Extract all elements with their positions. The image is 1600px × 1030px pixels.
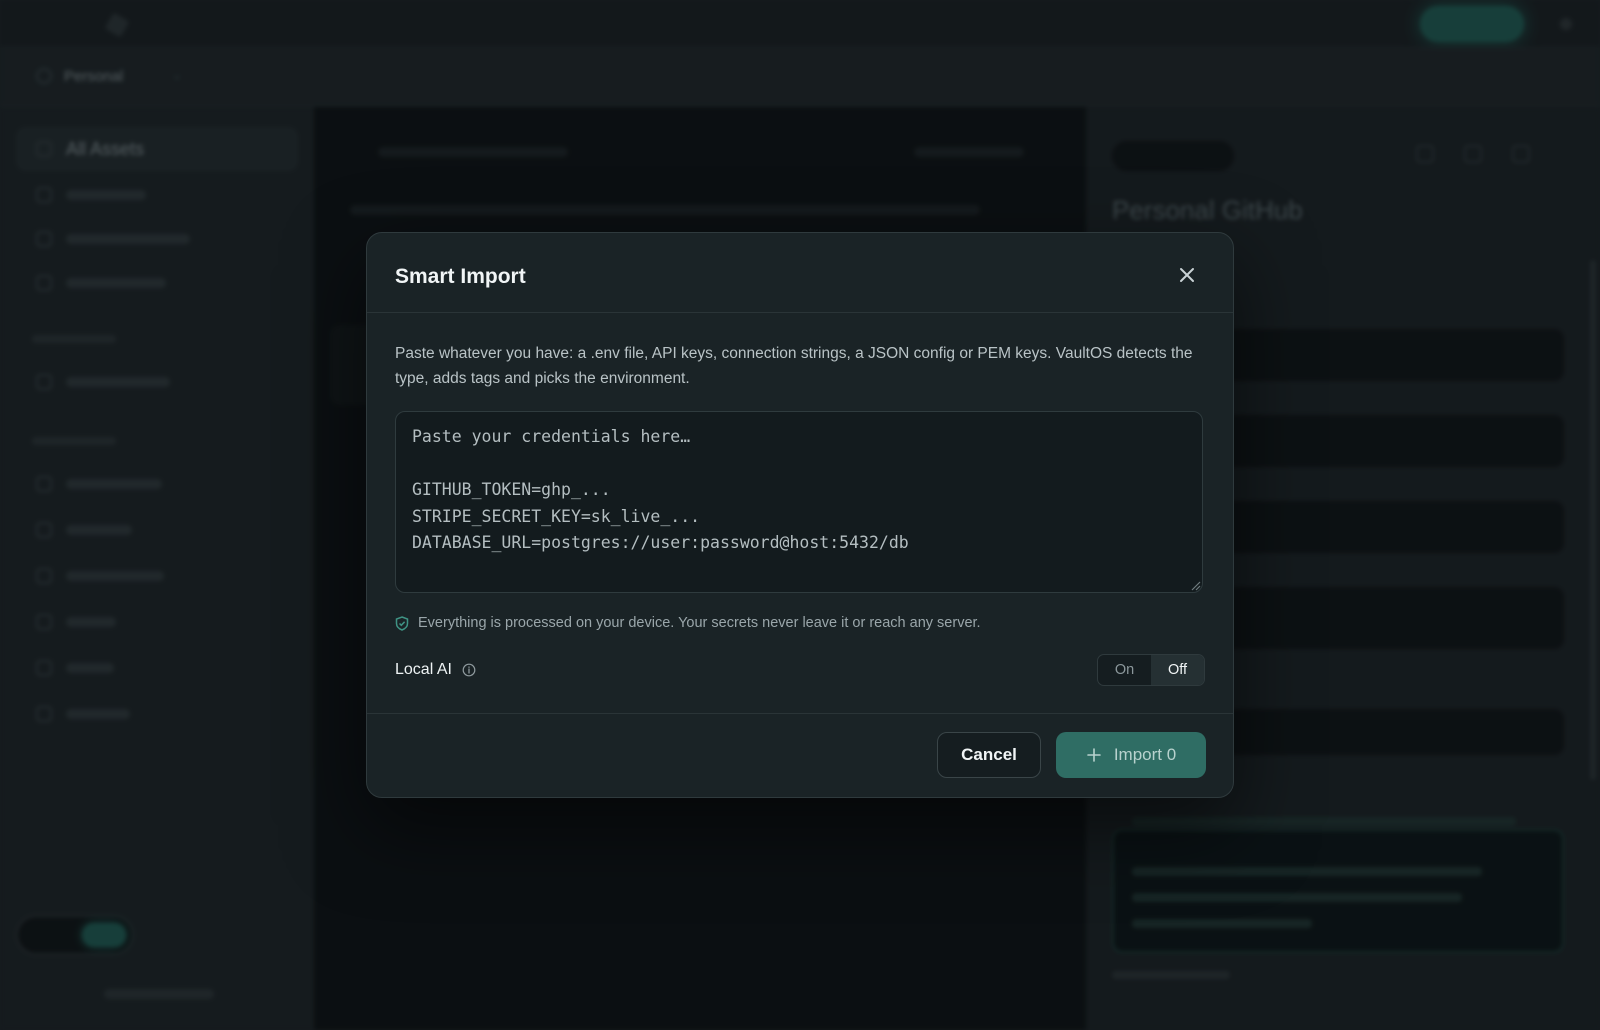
cancel-button[interactable]: Cancel [937,732,1041,778]
dialog-description: Paste whatever you have: a .env file, AP… [395,345,1193,387]
local-ai-on-option[interactable]: On [1098,655,1151,685]
info-icon[interactable] [462,663,476,677]
local-ai-label: Local AI [395,661,452,678]
close-button[interactable] [1171,259,1203,291]
shield-check-icon [395,615,409,631]
smart-import-dialog: Smart Import Paste whatever you have: a … [366,232,1234,798]
plus-icon [1087,748,1101,762]
privacy-note-text: Everything is processed on your device. … [418,615,981,631]
dialog-footer: Cancel Import 0 [367,713,1233,799]
dialog-title: Smart Import [395,265,526,288]
import-button-label: Import 0 [1113,745,1177,764]
privacy-note: Everything is processed on your device. … [395,615,981,631]
credentials-input[interactable] [395,411,1203,593]
resize-handle-icon[interactable] [1191,581,1201,591]
local-ai-toggle: On Off [1097,654,1205,686]
close-icon [1180,268,1194,282]
local-ai-setting: Local AI [395,661,476,679]
import-button[interactable]: Import 0 [1056,732,1206,778]
local-ai-off-option[interactable]: Off [1151,655,1204,685]
dialog-header: Smart Import [367,233,1233,313]
